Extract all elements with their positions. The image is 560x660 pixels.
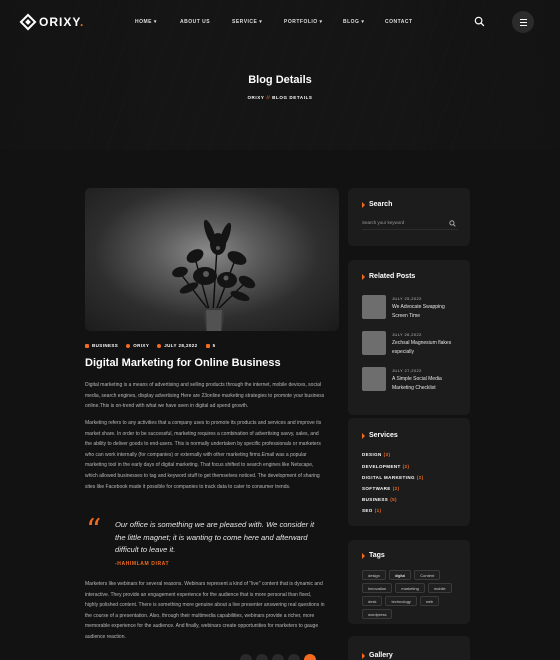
breadcrumb-separator: // — [266, 95, 271, 100]
menu-toggle-button[interactable] — [512, 11, 534, 33]
sidebar-gallery-widget: Gallery — [348, 636, 470, 660]
flower-bouquet-image — [172, 219, 256, 331]
post-author[interactable]: ORIXY — [126, 343, 149, 348]
logo-icon — [19, 13, 37, 31]
related-post-thumbnail[interactable] — [362, 331, 386, 355]
search-input[interactable]: Search your keyword — [362, 218, 458, 230]
related-post-title[interactable]: We Advocate Swapping Screen Time — [392, 303, 456, 321]
menu-icon — [519, 18, 527, 20]
tag-link[interactable]: innovation — [362, 583, 393, 593]
widget-title: Related Posts — [362, 273, 415, 280]
tag-link[interactable]: web — [419, 596, 440, 606]
widget-title: Gallery — [362, 652, 393, 659]
sidebar-services-widget: Services DESIGN (3) DEVELOPMENT (2) DIGITA… — [348, 418, 470, 526]
post-featured-image — [85, 188, 339, 331]
share-button[interactable] — [272, 654, 284, 660]
tag-link[interactable]: digital — [388, 570, 412, 580]
related-post-item[interactable]: JULY 27,2022 A Simple Social Media Market… — [362, 367, 456, 393]
breadcrumb: ORIXY//BLOG DETAILS — [0, 95, 560, 100]
tag-link[interactable]: wordpress — [362, 609, 393, 619]
related-post-thumbnail[interactable] — [362, 367, 386, 391]
widget-title: Services — [362, 432, 398, 439]
post-date: JULY 28,2022 — [157, 343, 197, 348]
nav-item-contact[interactable]: CONTACT — [385, 19, 413, 25]
tag-link[interactable]: Content — [414, 570, 441, 580]
tag-link[interactable]: technology — [385, 596, 417, 606]
site-logo[interactable]: ORIXY. — [19, 13, 85, 31]
blockquote-text: Our office is something we are pleased w… — [115, 520, 315, 554]
service-link[interactable]: BUSINESS (5) — [362, 497, 397, 502]
top-navbar: ORIXY. HOME ▾ ABOUT US SERVICE ▾ PORTFOL… — [0, 0, 560, 44]
related-post-date: JULY 25,2022 — [392, 296, 422, 301]
breadcrumb-home[interactable]: ORIXY — [247, 95, 264, 100]
chevron-right-icon — [362, 201, 365, 208]
related-post-date: JULY 27,2022 — [392, 368, 422, 373]
breadcrumb-current: BLOG DETAILS — [272, 95, 313, 100]
related-post-item[interactable]: JULY 26,2022 Zechsal Magnesium flakes esp… — [362, 331, 456, 357]
related-post-title[interactable]: Zechsal Magnesium flakes especially — [392, 339, 456, 357]
chevron-right-icon — [362, 273, 365, 280]
chevron-right-icon — [362, 432, 365, 439]
user-icon — [126, 343, 131, 348]
tag-link[interactable]: mobile — [427, 583, 452, 593]
nav-item-home[interactable]: HOME ▾ — [135, 19, 157, 25]
related-post-date: JULY 26,2022 — [392, 332, 422, 337]
chevron-right-icon — [362, 552, 365, 559]
service-link[interactable]: SEO (1) — [362, 508, 381, 513]
share-button[interactable] — [240, 654, 252, 660]
logo-text: ORIXY. — [39, 15, 85, 29]
share-button[interactable] — [256, 654, 268, 660]
quote-icon: “ — [86, 513, 102, 548]
post-paragraph-1: Digital marketing is a means of advertis… — [85, 382, 325, 410]
post-category[interactable]: BUSINESS — [85, 343, 118, 348]
search-icon[interactable] — [474, 16, 485, 27]
sidebar-search-widget: Search Search your keyword — [348, 188, 470, 246]
chevron-right-icon — [362, 652, 365, 659]
tag-link[interactable]: design — [362, 570, 386, 580]
clock-icon — [157, 343, 162, 348]
service-link[interactable]: DESIGN (3) — [362, 452, 390, 457]
post-comments[interactable]: 5 — [205, 343, 216, 348]
post-paragraph-2: Marketing refers to any activities that … — [85, 420, 322, 490]
tag-link[interactable]: desk — [362, 596, 383, 606]
related-post-thumbnail[interactable] — [362, 295, 386, 319]
sidebar-tags-widget: Tags design digital Content innovation m… — [348, 540, 470, 624]
related-post-item[interactable]: JULY 25,2022 We Advocate Swapping Screen … — [362, 295, 456, 321]
sidebar-related-posts-widget: Related Posts JULY 25,2022 We Advocate Sw… — [348, 260, 470, 415]
service-link[interactable]: DIGITAL MARKETING (2) — [362, 475, 424, 480]
nav-item-service[interactable]: SERVICE ▾ — [232, 19, 262, 25]
nav-item-about[interactable]: ABOUT US — [180, 19, 210, 25]
related-post-title[interactable]: A Simple Social Media Marketing Checklis… — [392, 375, 456, 393]
nav-item-portfolio[interactable]: PORTFOLIO ▾ — [284, 19, 323, 25]
service-link[interactable]: SOFTWARE (2) — [362, 486, 399, 491]
post-title: Digital Marketing for Online Business — [85, 357, 281, 369]
share-buttons — [240, 654, 316, 660]
tag-cloud: design digital Content innovation market… — [362, 570, 462, 619]
nav-item-blog[interactable]: BLOG ▾ — [343, 19, 364, 25]
share-button[interactable] — [288, 654, 300, 660]
widget-title: Search — [362, 201, 392, 208]
post-meta: BUSINESS ORIXY JULY 28,2022 5 — [85, 343, 215, 348]
service-link[interactable]: DEVELOPMENT (2) — [362, 464, 409, 469]
comment-icon — [205, 343, 210, 348]
page-title: Blog Details — [248, 74, 312, 86]
tag-link[interactable]: marketing — [395, 583, 425, 593]
search-icon[interactable] — [449, 220, 456, 227]
blockquote-author: -HAHIMLAM DIRAT — [115, 561, 170, 567]
folder-icon — [85, 343, 89, 348]
widget-title: Tags — [362, 552, 385, 559]
post-paragraph-3: Marketers like webinars for several reas… — [85, 581, 325, 640]
share-button[interactable] — [304, 654, 316, 660]
